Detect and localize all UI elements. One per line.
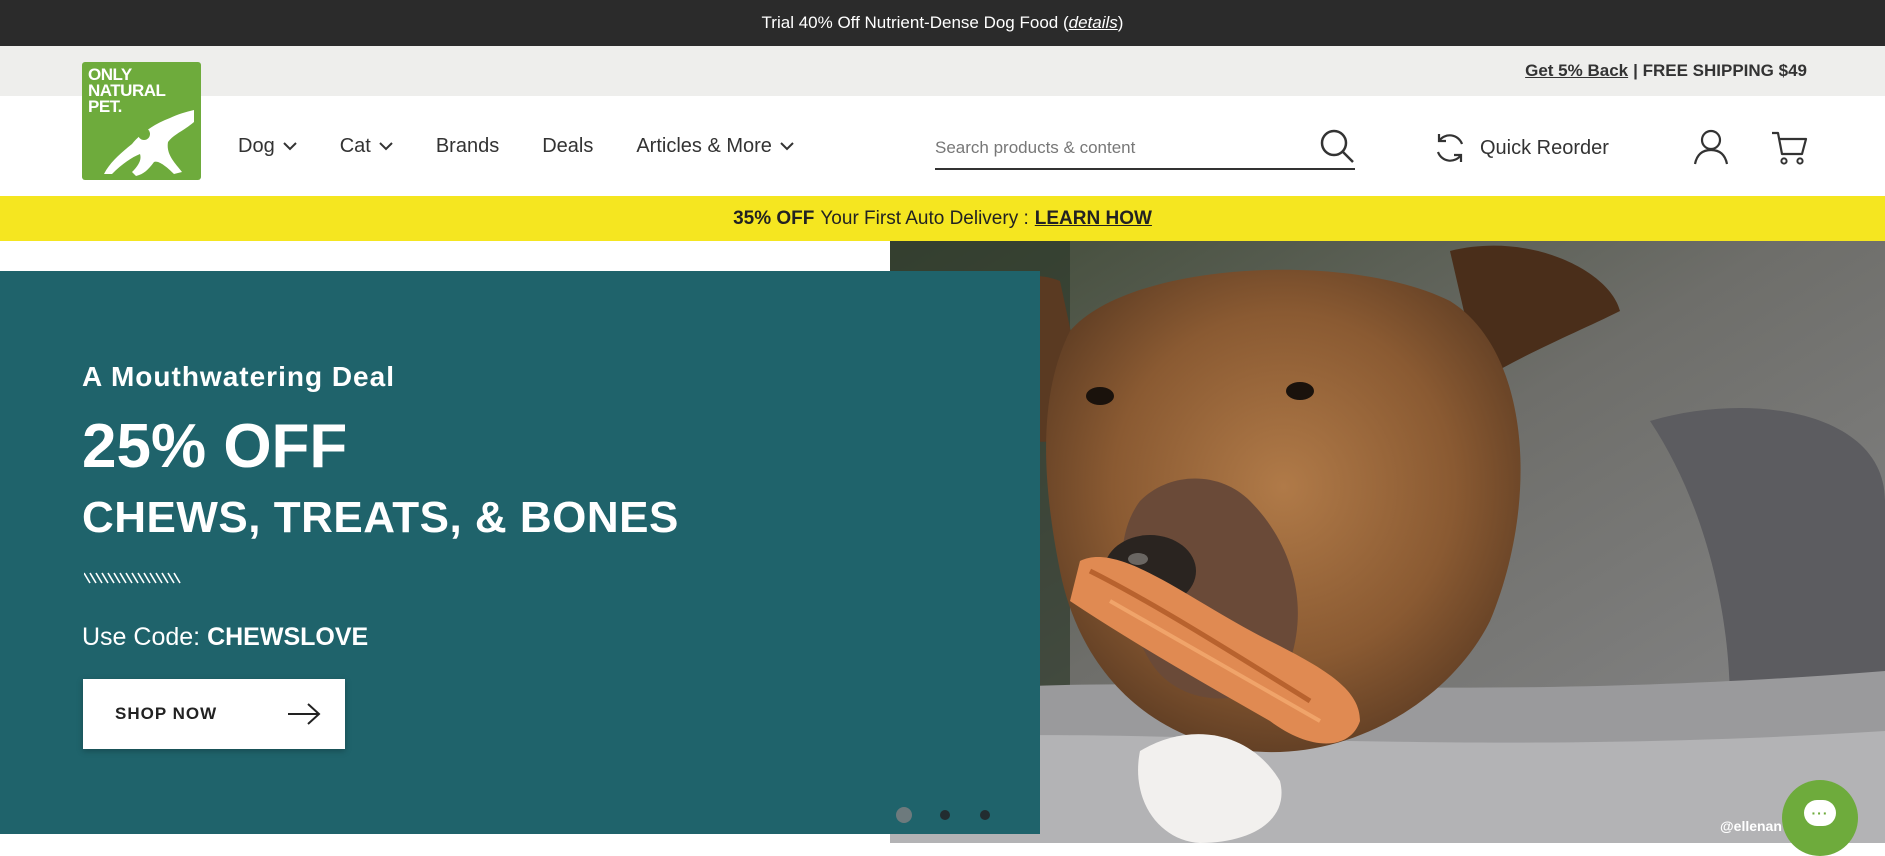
carousel-dot-1[interactable] — [896, 807, 912, 823]
refresh-icon — [1436, 134, 1464, 162]
auto-delivery-promo-bar: 35% OFF Your First Auto Delivery : LEARN… — [0, 196, 1885, 241]
nav-item-articles[interactable]: Articles & More — [636, 135, 794, 158]
announcement-suffix: ) — [1117, 13, 1124, 32]
chevron-down-icon — [282, 141, 297, 150]
search-bar — [935, 126, 1355, 170]
promo-code: Use Code: CHEWSLOVE — [82, 623, 368, 652]
chevron-down-icon — [379, 141, 393, 150]
quick-reorder-label: Quick Reorder — [1480, 136, 1609, 159]
announcement-text: Trial 40% Off Nutrient-Dense Dog Food ( — [761, 13, 1069, 32]
carousel-dot-2[interactable] — [940, 810, 950, 820]
nav-item-cat[interactable]: Cat — [340, 135, 393, 158]
search-input[interactable] — [935, 132, 1305, 164]
arrow-right-icon — [288, 703, 321, 725]
logo-pets-icon — [104, 110, 194, 176]
decorative-hatch-icon — [84, 572, 181, 584]
announcement-details-link[interactable]: details — [1069, 13, 1118, 33]
learn-how-link[interactable]: LEARN HOW — [1035, 208, 1152, 230]
shop-now-button[interactable]: SHOP NOW — [83, 679, 345, 749]
nav-item-deals[interactable]: Deals — [542, 135, 593, 158]
free-shipping-text: | FREE SHIPPING $49 — [1633, 61, 1807, 80]
carousel-dot-3[interactable] — [980, 810, 990, 820]
main-nav: Dog Cat Brands Deals Articles & More — [238, 96, 837, 196]
cashback-link[interactable]: Get 5% Back — [1525, 61, 1628, 81]
nav-item-dog[interactable]: Dog — [238, 135, 297, 158]
hero-eyebrow: A Mouthwatering Deal — [82, 361, 395, 392]
hero-headline: 25% OFF — [82, 412, 348, 481]
shop-now-label: SHOP NOW — [115, 704, 218, 723]
search-icon[interactable] — [1319, 128, 1355, 164]
utility-bar: Get 5% Back | FREE SHIPPING $49 — [0, 46, 1885, 96]
chevron-down-icon — [780, 141, 794, 150]
hero-subheadline: CHEWS, TREATS, & BONES — [82, 493, 679, 542]
promo-discount: 35% OFF — [733, 207, 815, 229]
chat-icon: ··· — [1804, 800, 1836, 826]
hero-promo-panel: A Mouthwatering Deal 25% OFF CHEWS, TREA… — [0, 271, 1040, 834]
promo-code-value: CHEWSLOVE — [207, 623, 369, 651]
nav-item-brands[interactable]: Brands — [436, 135, 499, 158]
carousel-dots — [896, 807, 1020, 823]
user-icon[interactable] — [1692, 128, 1730, 166]
cart-icon[interactable] — [1770, 128, 1808, 166]
promo-text: Your First Auto Delivery : — [820, 207, 1029, 229]
promo-code-label: Use Code: — [82, 623, 201, 651]
chat-button[interactable]: ··· — [1782, 780, 1858, 856]
announcement-bar: Trial 40% Off Nutrient-Dense Dog Food ( … — [0, 0, 1885, 46]
logo[interactable]: ONLY NATURAL PET. — [82, 62, 201, 180]
photo-credit: @ellenan — [1720, 818, 1782, 834]
quick-reorder-button[interactable]: Quick Reorder — [1432, 126, 1609, 170]
utility-links: Get 5% Back | FREE SHIPPING $49 — [1525, 46, 1807, 96]
